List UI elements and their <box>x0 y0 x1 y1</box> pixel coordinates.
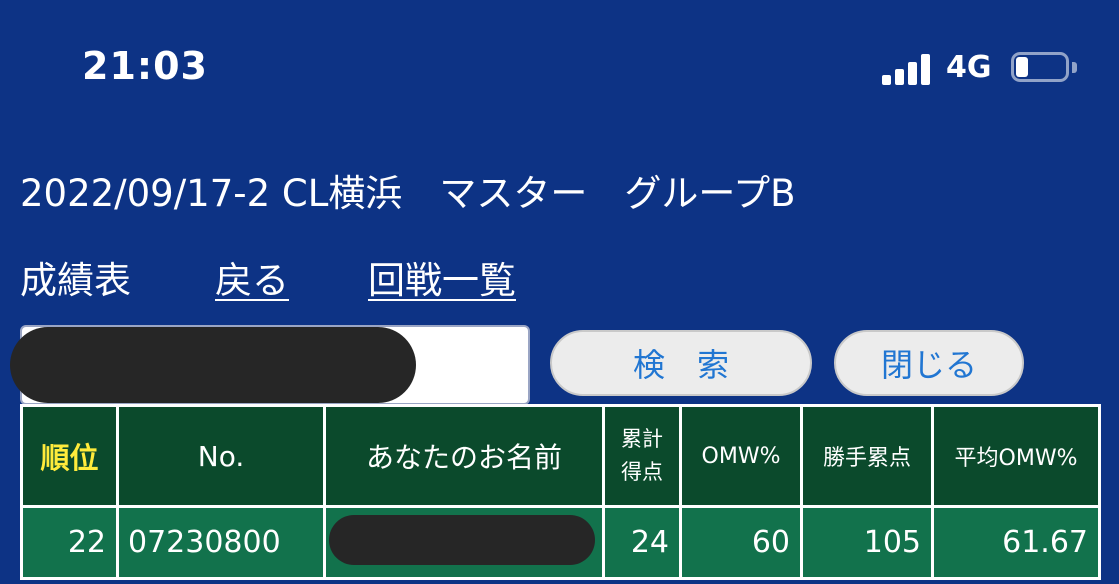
header-name: あなたのお名前 <box>323 404 605 508</box>
cell-omw: 60 <box>679 505 803 580</box>
results-table: 順位 No. あなたのお名前 累計 得点 OMW% 勝手累点 平均OMW% 22… <box>20 404 1101 580</box>
cell-points: 24 <box>602 505 682 580</box>
table-row: 22 07230800 24 60 105 61.67 <box>20 505 1101 580</box>
cell-name <box>323 505 605 580</box>
header-no: No. <box>116 404 326 508</box>
search-button[interactable]: 検 索 <box>550 330 812 396</box>
close-button[interactable]: 閉じる <box>834 330 1024 396</box>
header-points: 累計 得点 <box>602 404 682 508</box>
network-type: 4G <box>946 50 992 85</box>
battery-icon <box>1011 52 1083 86</box>
cellular-signal-icon <box>882 53 934 85</box>
event-title: 2022/09/17-2 CL横浜 マスター グループB <box>20 172 796 215</box>
header-points-line1: 累計 <box>621 427 663 451</box>
header-win-points: 勝手累点 <box>800 404 934 508</box>
status-bar: 21:03 4G <box>0 0 1119 120</box>
header-omw: OMW% <box>679 404 803 508</box>
back-link[interactable]: 戻る <box>215 250 289 304</box>
cell-win-points: 105 <box>800 505 934 580</box>
table-header-row: 順位 No. あなたのお名前 累計 得点 OMW% 勝手累点 平均OMW% <box>20 404 1101 508</box>
header-avg-omw: 平均OMW% <box>931 404 1101 508</box>
redaction-mark <box>329 515 595 565</box>
cell-rank: 22 <box>20 505 119 580</box>
cell-avg-omw: 61.67 <box>931 505 1101 580</box>
results-label: 成績表 <box>20 259 131 302</box>
cell-no: 07230800 <box>116 505 326 580</box>
header-points-line2: 得点 <box>621 460 663 484</box>
status-time: 21:03 <box>82 44 208 88</box>
redaction-mark <box>10 327 416 403</box>
rounds-list-link[interactable]: 回戦一覧 <box>368 250 516 304</box>
header-rank: 順位 <box>20 404 119 508</box>
